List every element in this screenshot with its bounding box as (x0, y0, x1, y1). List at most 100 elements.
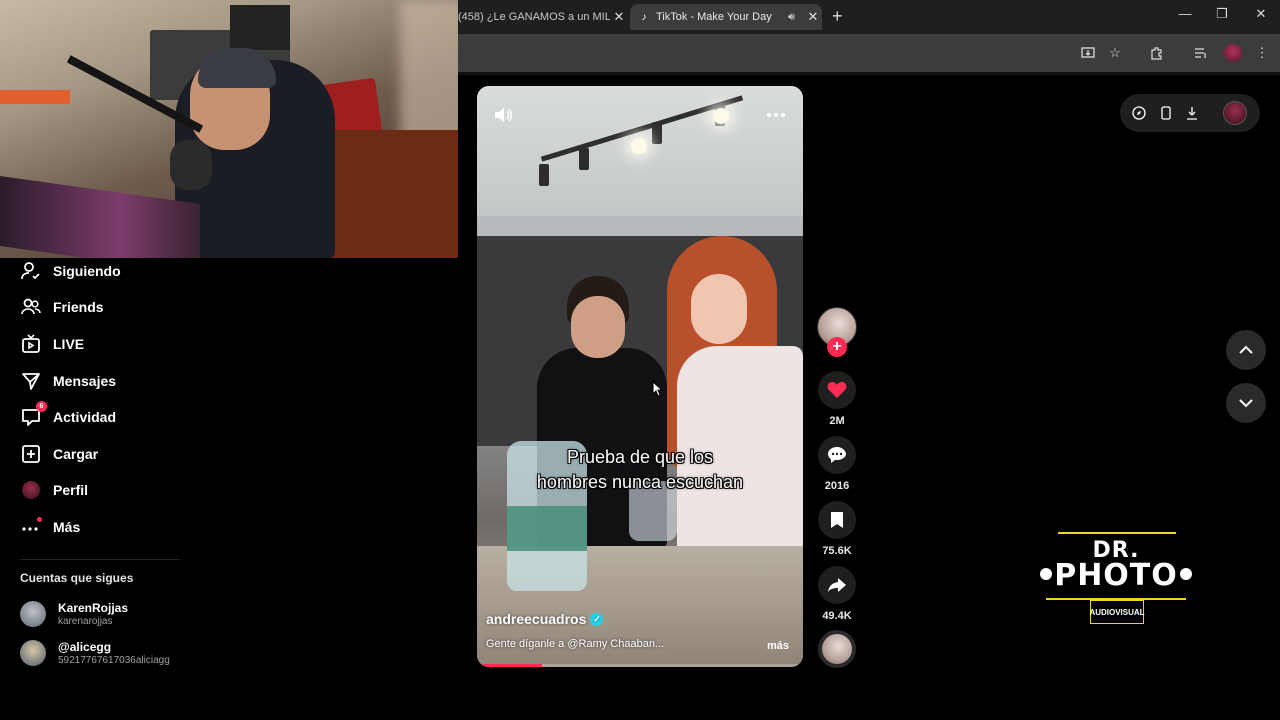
sidebar-item-activity[interactable]: 6 Actividad (20, 401, 117, 429)
sidebar-item-label: Cargar (53, 446, 99, 462)
sidebar-item-label: Siguiendo (53, 263, 121, 279)
maximize-button[interactable]: ❐ (1207, 6, 1237, 22)
logo-top-line (1058, 532, 1176, 534)
share-count: 49.4K (822, 610, 852, 622)
sidebar-item-label: Mensajes (53, 373, 117, 389)
following-icon (20, 260, 42, 282)
more-description-button[interactable]: más (767, 640, 789, 652)
speaker-icon[interactable]: 🔊︎ (788, 11, 804, 24)
minimize-button[interactable]: — (1170, 6, 1200, 21)
screen: (458) ¿Le GANAMOS a un MILA ✕ ♪ TikTok -… (0, 0, 1280, 720)
logo-line2: PHOTO (1054, 558, 1178, 593)
account-handle: 59217767617036aliciagg (58, 655, 170, 666)
avatar (20, 640, 46, 666)
page-top-strip (458, 72, 1280, 75)
previous-video-button[interactable] (1226, 330, 1266, 370)
close-window-button[interactable]: ✕ (1246, 6, 1276, 22)
profile-avatar (20, 479, 42, 501)
download-icon[interactable] (1184, 105, 1200, 121)
followed-account[interactable]: @alicegg 59217767617036aliciagg (20, 640, 170, 666)
sidebar-item-label: Friends (53, 299, 104, 315)
dr-photo-logo: DR. PHOTO AUDIOVISUAL (1040, 530, 1192, 628)
share-icon (828, 578, 846, 592)
followed-account[interactable]: KarenRojjas karenarojjas (20, 601, 128, 627)
tab-youtube[interactable]: (458) ¿Le GANAMOS a un MILA ✕ (458, 4, 628, 30)
account-handle: karenarojjas (58, 616, 113, 627)
sidebar-divider (20, 559, 180, 560)
mouse-cursor-icon (652, 380, 664, 400)
media-controls-icon[interactable] (1192, 44, 1210, 62)
chevron-up-icon (1239, 345, 1253, 354)
video-progress-bar[interactable] (477, 664, 803, 667)
sidebar-item-label: Perfil (53, 482, 89, 498)
volume-icon[interactable] (492, 104, 514, 126)
like-button[interactable] (818, 371, 856, 409)
heart-icon (827, 382, 847, 398)
following-accounts-title: Cuentas que sigues (20, 571, 134, 585)
activity-icon: 6 (20, 401, 47, 428)
video-progress-fill (477, 664, 543, 667)
video-description[interactable]: Gente díganle a @Ramy Chaaban... (486, 638, 664, 650)
video-author[interactable]: andreecuadros ✓ (486, 611, 604, 627)
sidebar-item-upload[interactable]: Cargar (20, 442, 98, 466)
sound-disc-avatar[interactable] (818, 630, 856, 668)
tiktok-icon: ♪ (641, 11, 647, 23)
logo-subtitle: AUDIOVISUAL (1089, 600, 1145, 624)
install-app-icon[interactable] (1079, 44, 1097, 62)
verified-badge-icon: ✓ (590, 612, 604, 626)
caption-line: hombres nunca escuchan (536, 472, 744, 492)
live-icon (20, 333, 42, 355)
comment-icon (828, 447, 846, 463)
account-name: @alicegg (58, 640, 112, 654)
webcam-overlay (0, 0, 458, 258)
browser-toolbar: ☆ ⋮ (458, 34, 1280, 72)
comment-count: 2016 (824, 480, 850, 492)
more-notification-dot (37, 517, 42, 522)
save-button[interactable] (818, 501, 856, 539)
sidebar-item-live[interactable]: LIVE (20, 332, 84, 356)
upload-icon (20, 443, 42, 465)
share-button[interactable] (818, 566, 856, 604)
menu-kebab-icon[interactable]: ⋮ (1253, 44, 1271, 62)
sidebar-item-label: LIVE (53, 336, 85, 352)
tab-tiktok[interactable]: ♪ TikTok - Make Your Day 🔊︎ ✕ (630, 4, 822, 30)
sidebar-item-profile[interactable]: Perfil (20, 478, 88, 502)
user-avatar[interactable] (1223, 101, 1247, 125)
caption-line: Prueba de que los (566, 447, 714, 467)
sidebar-item-friends[interactable]: Friends (20, 295, 104, 319)
save-count: 75.6K (822, 545, 852, 557)
comment-button[interactable] (818, 436, 856, 474)
more-options-icon[interactable] (765, 104, 787, 126)
close-tab-icon[interactable]: ✕ (610, 9, 628, 25)
mobile-device-icon[interactable] (1158, 105, 1174, 121)
new-tab-button[interactable]: + (832, 6, 843, 27)
close-tab-icon[interactable]: ✕ (804, 9, 822, 25)
next-video-button[interactable] (1226, 383, 1266, 423)
chevron-down-icon (1239, 399, 1253, 408)
sidebar-item-label: Actividad (53, 409, 117, 425)
logo-dot-right (1180, 568, 1192, 580)
video-player[interactable]: Prueba de que los hombres nunca escuchan… (477, 86, 803, 667)
browser-tab-bar: (458) ¿Le GANAMOS a un MILA ✕ ♪ TikTok -… (458, 0, 1280, 34)
account-name: KarenRojjas (58, 601, 129, 615)
sidebar-item-more[interactable]: Más (20, 515, 80, 539)
video-caption: Prueba de que los hombres nunca escuchan (477, 445, 803, 495)
sidebar-item-following[interactable]: Siguiendo (20, 259, 121, 283)
author-name: andreecuadros (486, 611, 587, 627)
extensions-icon[interactable] (1148, 44, 1166, 62)
like-count: 2M (829, 415, 845, 427)
compass-icon[interactable] (1131, 105, 1147, 121)
sidebar-item-messages[interactable]: Mensajes (20, 369, 116, 393)
bookmark-icon (831, 512, 843, 528)
messages-icon (20, 370, 42, 392)
friends-icon (20, 296, 42, 318)
more-icon (20, 516, 42, 538)
activity-badge: 6 (36, 401, 47, 412)
tab-label: (458) ¿Le GANAMOS a un MILA (458, 11, 610, 23)
tab-label: TikTok - Make Your Day (656, 11, 772, 23)
profile-avatar[interactable] (1224, 44, 1242, 62)
avatar (20, 601, 46, 627)
sidebar-item-label: Más (53, 519, 81, 535)
follow-button[interactable]: + (827, 337, 847, 357)
bookmark-star-icon[interactable]: ☆ (1106, 44, 1124, 62)
